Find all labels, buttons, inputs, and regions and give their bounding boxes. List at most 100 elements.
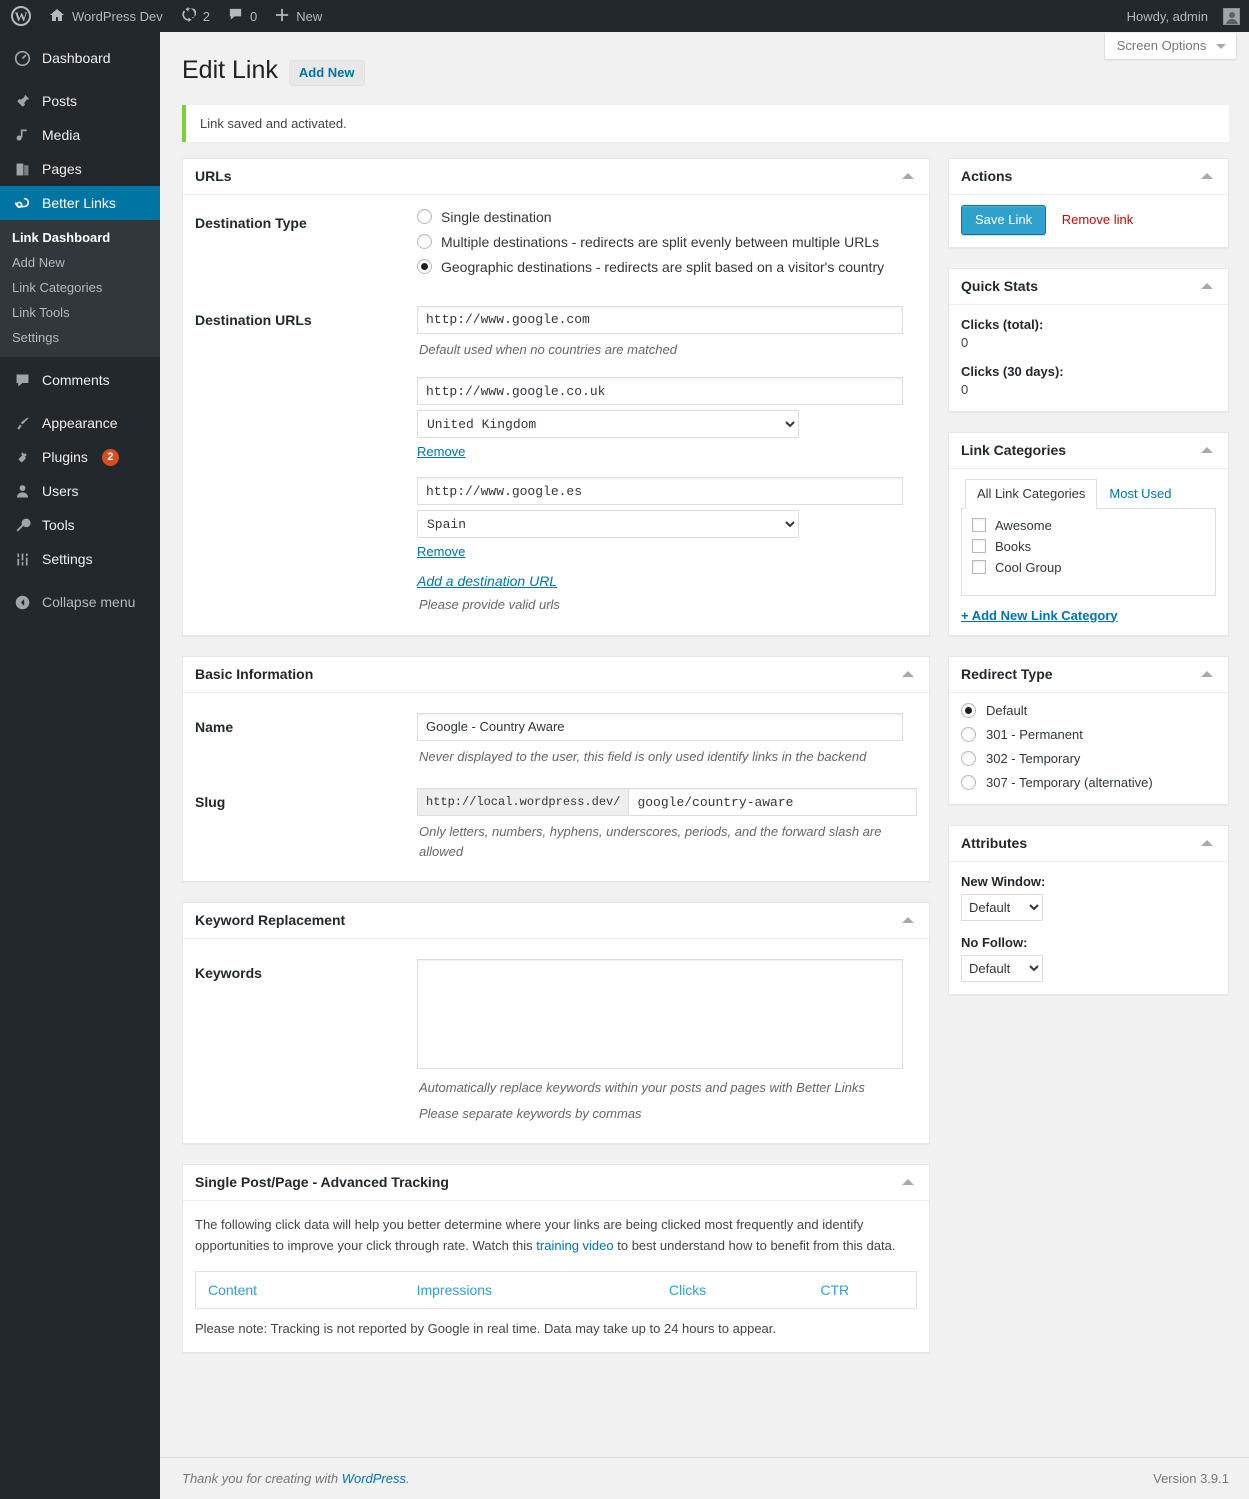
column-header-ctr[interactable]: CTR xyxy=(808,1271,916,1308)
name-label: Name xyxy=(195,718,234,735)
sidebar-label: Better Links xyxy=(42,195,116,211)
advanced-tracking-title: Single Post/Page - Advanced Tracking xyxy=(195,1174,449,1190)
radio-button[interactable] xyxy=(961,726,976,742)
add-new-link-category-link[interactable]: + Add New Link Category xyxy=(961,608,1118,623)
comments-menu[interactable]: 0 xyxy=(219,0,266,32)
collapse-toggle-icon[interactable] xyxy=(1201,670,1213,677)
checkbox[interactable] xyxy=(972,539,986,553)
submenu-item-link-tools[interactable]: Link Tools xyxy=(0,300,160,325)
geo-country-select[interactable]: Spain xyxy=(417,510,799,538)
radio-multiple-destinations[interactable]: Multiple destinations - redirects are sp… xyxy=(417,234,917,250)
radio-button[interactable] xyxy=(961,750,976,766)
redirect-option-default[interactable]: Default xyxy=(961,702,1216,718)
redirect-option-label: 301 - Permanent xyxy=(986,726,1083,742)
sidebar-label: Collapse menu xyxy=(42,594,136,610)
radio-button[interactable] xyxy=(417,209,432,224)
brush-icon xyxy=(12,415,32,432)
submenu-item-link-dashboard[interactable]: Link Dashboard xyxy=(0,225,160,250)
name-input[interactable] xyxy=(417,712,903,741)
urls-postbox-header: URLs xyxy=(183,159,929,195)
radio-single-destination[interactable]: Single destination xyxy=(417,209,917,225)
column-header-impressions[interactable]: Impressions xyxy=(405,1271,657,1308)
radio-geographic-destinations[interactable]: Geographic destinations - redirects are … xyxy=(417,259,917,275)
radio-button[interactable] xyxy=(961,702,976,718)
new-window-select[interactable]: Default xyxy=(961,893,1043,921)
collapse-toggle-icon[interactable] xyxy=(902,917,914,923)
page-header: Edit Link Add New xyxy=(160,32,1249,87)
sidebar-item-better-links[interactable]: Better Links xyxy=(0,186,168,220)
sidebar-item-pages[interactable]: Pages xyxy=(0,152,160,186)
column-header-clicks[interactable]: Clicks xyxy=(657,1271,808,1308)
wrench-icon xyxy=(12,517,32,534)
tab-all-link-categories[interactable]: All Link Categories xyxy=(965,478,1098,509)
collapse-toggle-icon[interactable] xyxy=(1201,172,1213,179)
columns-wrapper: URLs Destination Type Single destination xyxy=(160,142,1249,1373)
redirect-option-307[interactable]: 307 - Temporary (alternative) xyxy=(961,774,1216,790)
menu-spacer-3 xyxy=(0,576,160,585)
wordpress-link[interactable]: WordPress xyxy=(342,1471,406,1486)
updates-menu[interactable]: 2 xyxy=(172,0,219,32)
keyword-replacement-body: Keywords Automatically replace keywords … xyxy=(183,939,929,1143)
wp-logo-menu[interactable]: W xyxy=(0,0,40,32)
site-name-menu[interactable]: WordPress Dev xyxy=(40,0,172,32)
radio-button[interactable] xyxy=(417,259,432,274)
checkbox[interactable] xyxy=(972,518,986,532)
submenu-item-settings[interactable]: Settings xyxy=(0,325,160,350)
no-follow-select[interactable]: Default xyxy=(961,954,1043,982)
checkbox[interactable] xyxy=(972,560,986,574)
collapse-toggle-icon[interactable] xyxy=(902,1179,914,1185)
geo-destination-url-input[interactable] xyxy=(417,477,903,505)
my-account-menu[interactable]: Howdy, admin xyxy=(1116,0,1249,32)
sidebar-item-posts[interactable]: Posts xyxy=(0,84,160,118)
sidebar-item-users[interactable]: Users xyxy=(0,474,160,508)
category-item-awesome[interactable]: Awesome xyxy=(972,518,1205,533)
geo-country-select[interactable]: United Kingdom xyxy=(417,410,799,438)
new-content-menu[interactable]: New xyxy=(266,0,331,32)
updates-count: 2 xyxy=(202,8,211,24)
collapse-toggle-icon[interactable] xyxy=(902,172,914,179)
add-destination-url-link[interactable]: Add a destination URL xyxy=(417,573,557,589)
radio-button[interactable] xyxy=(417,234,432,249)
collapse-toggle-icon[interactable] xyxy=(1201,446,1213,453)
slug-input[interactable] xyxy=(628,788,918,816)
sidebar-item-appearance[interactable]: Appearance xyxy=(0,406,160,440)
training-video-link[interactable]: training video xyxy=(536,1238,613,1253)
collapse-toggle-icon[interactable] xyxy=(1201,282,1213,289)
name-controls: Never displayed to the user, this field … xyxy=(417,712,917,767)
keywords-row: Keywords Automatically replace keywords … xyxy=(195,959,917,1123)
column-header-content[interactable]: Content xyxy=(196,1271,405,1308)
redirect-option-302[interactable]: 302 - Temporary xyxy=(961,750,1216,766)
submenu-item-link-categories[interactable]: Link Categories xyxy=(0,275,160,300)
radio-button[interactable] xyxy=(961,774,976,790)
save-link-button[interactable]: Save Link xyxy=(961,204,1047,235)
category-item-cool-group[interactable]: Cool Group xyxy=(972,560,1205,575)
sidebar-item-dashboard[interactable]: Dashboard xyxy=(0,41,160,75)
category-label: Books xyxy=(995,538,1032,554)
redirect-option-301[interactable]: 301 - Permanent xyxy=(961,726,1216,742)
redirect-type-header: Redirect Type xyxy=(949,657,1228,693)
redirect-option-label: 307 - Temporary (alternative) xyxy=(986,774,1153,790)
menu-spacer-1 xyxy=(0,75,160,84)
sidebar-item-settings[interactable]: Settings xyxy=(0,542,160,576)
submenu-item-add-new[interactable]: Add New xyxy=(0,250,160,275)
sidebar-item-tools[interactable]: Tools xyxy=(0,508,160,542)
main-content: Screen Options Edit Link Add New Link sa… xyxy=(160,32,1249,1499)
tab-most-used[interactable]: Most Used xyxy=(1097,479,1183,509)
sidebar-item-plugins[interactable]: Plugins 2 xyxy=(0,440,160,474)
screen-options-toggle[interactable]: Screen Options xyxy=(1103,33,1237,60)
keywords-textarea[interactable] xyxy=(417,959,903,1069)
sidebar-item-comments[interactable]: Comments xyxy=(0,363,160,397)
primary-column: URLs Destination Type Single destination xyxy=(182,157,930,1373)
add-new-button[interactable]: Add New xyxy=(288,59,365,86)
collapse-toggle-icon[interactable] xyxy=(902,670,914,677)
remove-link-button[interactable]: Remove link xyxy=(1062,212,1134,227)
geo-destination-url-input[interactable] xyxy=(417,377,903,405)
remove-destination-link[interactable]: Remove xyxy=(417,444,465,459)
collapse-toggle-icon[interactable] xyxy=(1201,839,1213,846)
default-destination-url-input[interactable] xyxy=(417,305,903,334)
sidebar-item-media[interactable]: Media xyxy=(0,118,160,152)
category-item-books[interactable]: Books xyxy=(972,539,1205,554)
sidebar-label: Dashboard xyxy=(42,50,111,66)
remove-destination-link[interactable]: Remove xyxy=(417,544,465,559)
sidebar-item-collapse-menu[interactable]: Collapse menu xyxy=(0,585,160,619)
